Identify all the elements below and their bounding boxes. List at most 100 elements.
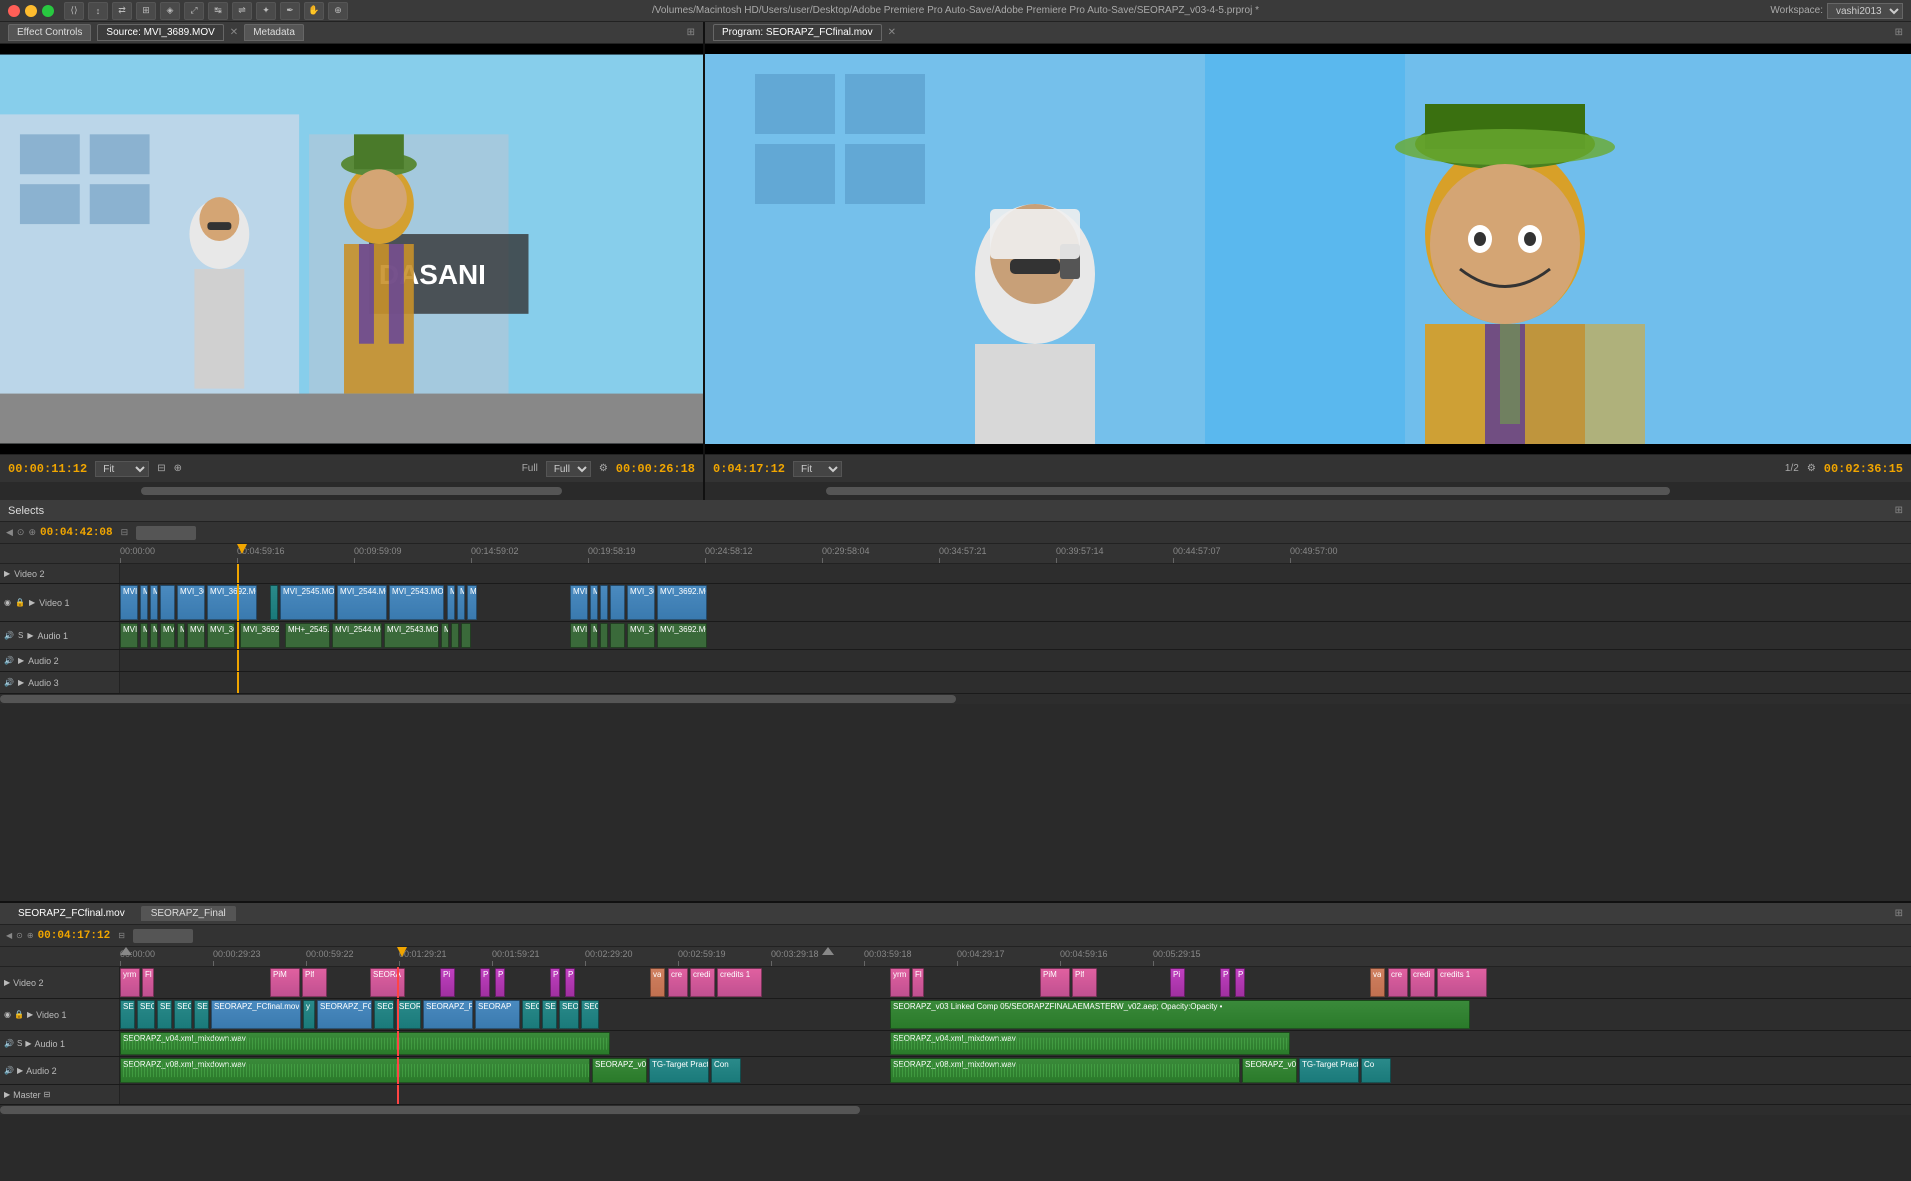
program-panel-expand[interactable]: ⊞ [1895,27,1903,38]
selects-icon-snap[interactable]: ⊟ [121,527,129,538]
btl-a2-mixdown[interactable]: SEORAPZ_v08.xml_mixdown.wav [120,1058,590,1083]
audio-clip-3692-2[interactable]: MVI_3692.MOV [657,623,707,648]
clip-2543-1[interactable]: MVI_2543.MOV [V] -y [389,585,444,620]
btl-v1-linked-comp[interactable]: SEORAPZ_v03 Linked Comp 05/SEORAPZFINALA… [890,1000,1470,1029]
source-scroll-thumb[interactable] [141,487,563,495]
v2-toggle[interactable]: ▶ [4,569,10,578]
btl-v1-fcf[interactable]: SEORAPZ_FCF [317,1000,372,1029]
audio-clip-2544-1[interactable]: MVI_2544.MOV [A] [332,623,382,648]
tab-effect-controls[interactable]: Effect Controls [8,24,91,41]
btl-v1-seo[interactable]: SEO [137,1000,155,1029]
program-settings[interactable]: ⚙ [1807,463,1816,474]
btl-a1-solo[interactable]: S [17,1039,22,1048]
clip-mv-2[interactable]: MV [457,585,465,620]
btl-a2-con2[interactable]: Co [1361,1058,1391,1083]
btl-v2-credits1[interactable]: credits 1 [717,968,762,997]
selects-expand[interactable]: ⊞ [1895,505,1903,516]
close-button[interactable] [8,5,20,17]
btl-a1-toggle[interactable]: ▶ [25,1039,31,1048]
btl-v2-yrm[interactable]: yrm [120,968,140,997]
program-scroll-thumb[interactable] [826,487,1670,495]
tab-fcfinal[interactable]: SEORAPZ_FCfinal.mov [8,906,135,921]
minimize-button[interactable] [25,5,37,17]
audio-clip-3690j-1[interactable]: MVI_3690.J [187,623,205,648]
audio-clip-mvi-1[interactable] [461,623,471,648]
selects-hscroll[interactable] [0,694,1911,704]
program-zoom-select[interactable]: Fit 25% 50% [793,461,842,477]
btl-v1-seo2[interactable]: SEOI [174,1000,192,1029]
tool-btn-3[interactable]: ⇄ [112,2,132,20]
btl-v2-p1[interactable]: P [480,968,490,997]
btl-v2-fl2[interactable]: Fl [912,968,924,997]
v1-eye[interactable]: ◉ [4,598,11,607]
maximize-button[interactable] [42,5,54,17]
audio-clip-mvi368-1[interactable]: MVI_368 [120,623,138,648]
clip-m-1[interactable]: M [140,585,148,620]
clip-3691-1[interactable]: MVI_3691.MOV [177,585,205,620]
btl-v2-p2[interactable]: P [495,968,505,997]
clip-mvi-2[interactable]: MVI_ [467,585,477,620]
tool-btn-11[interactable]: ✋ [304,2,324,20]
audio-clip-m-2[interactable]: M [150,623,158,648]
audio-clip-m-3[interactable]: M [177,623,185,648]
v1-lock[interactable]: 🔒 [15,598,25,607]
btl-v1-fcfinal[interactable]: SEORAPZ_FCfinal.mov [211,1000,301,1029]
btl-v2-pi2[interactable]: Pi [1170,968,1185,997]
btl-v2-p5[interactable]: P [1220,968,1230,997]
a3-mute[interactable]: 🔊 [4,678,14,687]
btl-master-icon[interactable]: ⊟ [44,1090,51,1099]
btl-a2-mute[interactable]: 🔊 [4,1066,14,1075]
source-zoom-select[interactable]: Fit 25% 50% 100% [95,461,149,477]
btl-v1-seor[interactable]: SEOR [559,1000,579,1029]
clip-3690-1[interactable] [160,585,175,620]
selects-zoom-slider[interactable] [136,526,196,540]
btl-a2-tg-target2[interactable]: TG-Target Practice 10 [1299,1058,1359,1083]
btl-a2-mixdown4[interactable]: SEORAPZ_v08.xml_mixdo [1242,1058,1297,1083]
btl-v1-seo4[interactable]: SEO [522,1000,540,1029]
clip-mvi-3[interactable] [600,585,608,620]
v1-toggle[interactable]: ▶ [29,598,35,607]
btl-v2-va[interactable]: va [650,968,665,997]
btl-v2-toggle[interactable]: ▶ [4,978,10,987]
btl-v1-seo5[interactable]: SEO [581,1000,599,1029]
btl-v1-seora[interactable]: SEORA [396,1000,421,1029]
clip-2545-1[interactable]: MVI_2545.MOV [V] [280,585,335,620]
btl-a1-mixdown[interactable]: SEORAPZ_v04.xml_mixdown.wav [120,1032,610,1055]
audio-clip-3691-2[interactable]: MVI_3691.MOV [A] [627,623,655,648]
a1-mute[interactable]: 🔊 [4,631,14,640]
tool-btn-6[interactable]: ⤢ [184,2,204,20]
btl-a1-mute[interactable]: 🔊 [4,1039,14,1048]
btl-v2-p3[interactable]: P [550,968,560,997]
btl-v1-y[interactable]: y [303,1000,315,1029]
btl-v2-credits2[interactable]: credits 1 [1437,968,1487,997]
tool-btn-5[interactable]: ◈ [160,2,180,20]
btl-v2-p4[interactable]: P [565,968,575,997]
bottom-panel-expand[interactable]: ⊞ [1895,908,1903,919]
btl-hscroll[interactable] [0,1105,1911,1115]
audio-clip-mv-2[interactable] [451,623,459,648]
btl-v2-cre2[interactable]: cre [1388,968,1408,997]
btl-v1-se[interactable]: SE [120,1000,135,1029]
btl-v2-pi[interactable]: Pi [440,968,455,997]
btl-a2-con[interactable]: Con [711,1058,741,1083]
btl-v2-credi[interactable]: credi [690,968,715,997]
btl-v1-se2[interactable]: SE [157,1000,172,1029]
btl-a1-mixdown2[interactable]: SEORAPZ_v04.xml_mixdown.wav [890,1032,1290,1055]
source-settings[interactable]: ⚙ [599,463,608,474]
clip-3691-2[interactable]: MVI_3691.MOV [627,585,655,620]
btl-v2-plf[interactable]: Plf [302,968,327,997]
btl-hscroll-thumb[interactable] [0,1106,860,1114]
tool-btn-7[interactable]: ↹ [208,2,228,20]
audio-clip-m-1[interactable]: M [140,623,148,648]
btl-v2-yrm2[interactable]: yrm [890,968,910,997]
btl-master-toggle[interactable]: ▶ [4,1090,10,1099]
btl-v2-pim2[interactable]: PiM [1040,968,1070,997]
program-tab-close[interactable]: ✕ [888,27,896,38]
tab-source[interactable]: Source: MVI_3689.MOV [97,24,223,41]
btl-zoom-slider[interactable] [133,929,193,943]
source-quality-select[interactable]: Full 1/2 1/4 [546,461,591,477]
btl-v2-seora[interactable]: SEORA [370,968,405,997]
btl-v1-eye[interactable]: ◉ [4,1010,11,1019]
btl-v1-toggle[interactable]: ▶ [27,1010,33,1019]
audio-clip-3690-1[interactable]: MVI_3 [160,623,175,648]
